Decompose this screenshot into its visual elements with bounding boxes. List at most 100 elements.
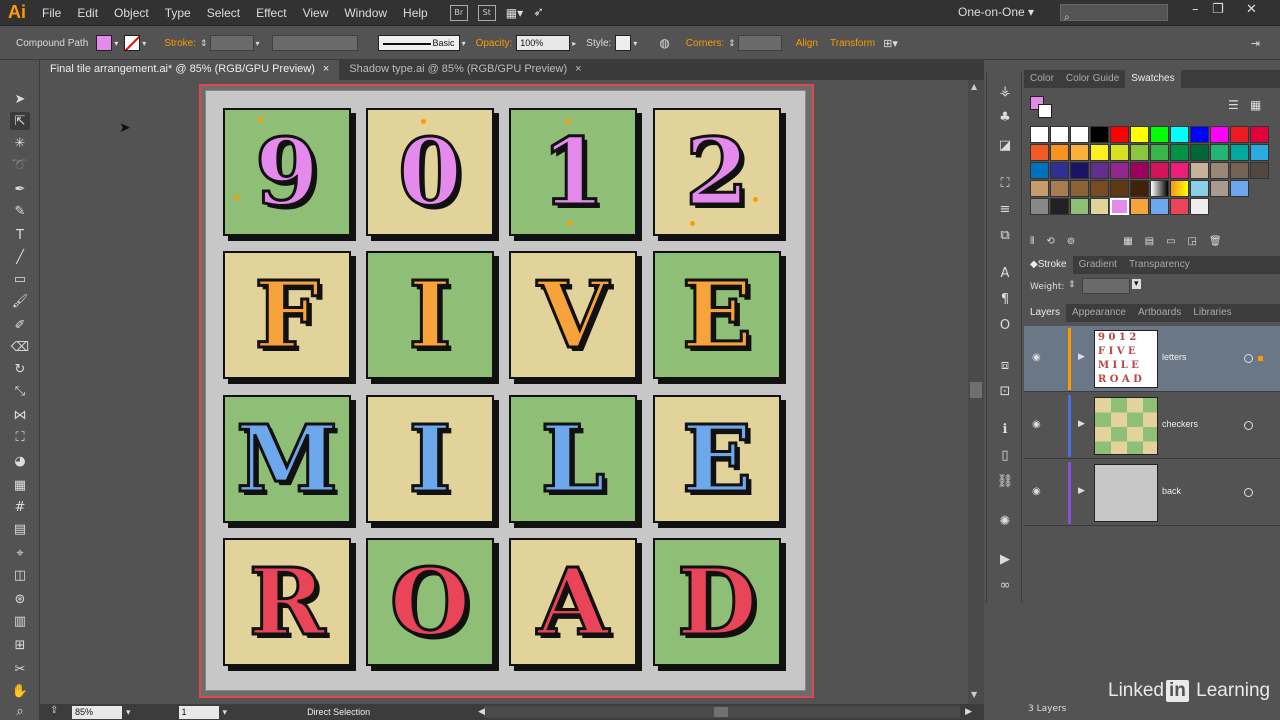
weight-dropdown-icon[interactable]: ▾ <box>1132 279 1141 289</box>
swatch[interactable] <box>1190 126 1209 143</box>
swatch[interactable] <box>1250 162 1269 179</box>
tile-letter[interactable]: 0 <box>396 125 463 220</box>
tile-letter[interactable]: E <box>680 412 753 507</box>
swatch[interactable] <box>1170 162 1189 179</box>
tile-4-3[interactable]: A <box>509 538 637 666</box>
target-circle-icon[interactable] <box>1244 488 1253 497</box>
recolor-icon[interactable]: ◍ <box>659 36 669 50</box>
tile-letter[interactable]: A <box>536 555 610 650</box>
appearance-icon[interactable]: ⧈ <box>995 356 1015 374</box>
tile-1-3[interactable]: 1 <box>509 108 637 236</box>
swatch[interactable] <box>1070 126 1089 143</box>
artboard-dropdown-icon[interactable]: ▾ <box>223 707 228 718</box>
swatch[interactable] <box>1170 144 1189 161</box>
type-tool-icon[interactable]: T <box>10 226 30 244</box>
pen-tool-icon[interactable]: ✒ <box>10 180 30 198</box>
tile-letter[interactable]: L <box>539 412 607 507</box>
artboard-tool-icon[interactable]: ⊞ <box>10 636 30 654</box>
swatch[interactable] <box>1150 126 1169 143</box>
expand-arrow-icon[interactable]: ▶ <box>1078 352 1085 362</box>
zoom-tool-icon[interactable]: ⌕ <box>10 702 30 720</box>
isolate-icon[interactable]: ⊞▾ <box>883 37 898 50</box>
scroll-left-icon[interactable]: ◀ <box>478 706 485 717</box>
swatch[interactable] <box>1230 162 1249 179</box>
anchor-point[interactable] <box>421 119 426 124</box>
menu-effect[interactable]: Effect <box>248 6 294 20</box>
style-dropdown-icon[interactable]: ▾ <box>633 39 637 48</box>
navigator-icon[interactable]: ✺ <box>995 512 1015 530</box>
anchor-point[interactable] <box>566 119 571 124</box>
tile-1-4[interactable]: 2 <box>653 108 781 236</box>
swatch[interactable] <box>1210 144 1229 161</box>
paragraph-icon[interactable]: ¶ <box>995 290 1015 308</box>
swatch[interactable] <box>1030 126 1049 143</box>
swatch[interactable] <box>1230 180 1249 197</box>
magic-wand-tool-icon[interactable]: ✳ <box>10 134 30 152</box>
anchor-point[interactable] <box>753 197 758 202</box>
tile-letter[interactable]: M <box>235 412 340 507</box>
eyedropper-tool-icon[interactable]: ⌖ <box>10 544 30 562</box>
swatch[interactable] <box>1050 198 1069 215</box>
target-circle-icon[interactable] <box>1244 354 1253 363</box>
stroke-weight-field[interactable] <box>209 35 254 51</box>
bridge-button[interactable]: Br <box>449 4 468 21</box>
artboard[interactable]: 9 0 1 2 F I V E M I L E R O A D <box>205 90 806 691</box>
menu-object[interactable]: Object <box>106 6 157 20</box>
slice-tool-icon[interactable]: ✂ <box>10 660 30 678</box>
delete-swatch-icon[interactable]: 🗑 <box>1209 236 1222 247</box>
transform-link[interactable]: Transform <box>830 38 875 49</box>
tab-color-guide[interactable]: Color Guide <box>1060 70 1125 88</box>
shape-builder-tool-icon[interactable]: ◕ <box>10 452 30 470</box>
swatch[interactable] <box>1110 126 1129 143</box>
swatch[interactable] <box>1090 198 1109 215</box>
tab-shadow-type[interactable]: Shadow type.ai @ 85% (RGB/GPU Preview) × <box>339 60 591 80</box>
swatch-options-icon[interactable]: ▦ <box>1123 236 1132 247</box>
expand-arrow-icon[interactable]: ▶ <box>1078 486 1085 496</box>
graphic-style-swatch[interactable] <box>615 35 632 51</box>
add-to-library-icon[interactable]: ⟲ <box>1046 236 1054 247</box>
layer-name[interactable]: letters <box>1162 352 1187 362</box>
anchor-point[interactable] <box>258 117 263 122</box>
tile-4-2[interactable]: O <box>366 538 494 666</box>
tab-stroke[interactable]: ◆Stroke <box>1024 256 1073 274</box>
tab-gradient[interactable]: Gradient <box>1073 256 1123 274</box>
swatch[interactable] <box>1150 180 1169 197</box>
scale-tool-icon[interactable]: ⤡ <box>10 382 30 400</box>
swatch-selected[interactable] <box>1110 198 1129 215</box>
layer-row-checkers[interactable]: ◉ ▶ checkers <box>1024 393 1280 459</box>
swatch[interactable] <box>1110 144 1129 161</box>
line-tool-icon[interactable]: ╱ <box>10 248 30 266</box>
paintbrush-tool-icon[interactable]: 🖌 <box>10 292 30 310</box>
tab-swatches[interactable]: Swatches <box>1125 70 1181 88</box>
swatch[interactable] <box>1190 180 1209 197</box>
tile-2-2[interactable]: I <box>366 251 494 379</box>
column-graph-tool-icon[interactable]: ▥ <box>10 612 30 630</box>
close-window-icon[interactable]: ✕ <box>1246 2 1257 17</box>
tile-letter[interactable]: I <box>407 268 453 363</box>
rotate-tool-icon[interactable]: ↻ <box>10 360 30 378</box>
list-view-icon[interactable]: ☰ <box>1228 98 1239 112</box>
minimize-icon[interactable]: – <box>1192 2 1199 17</box>
visibility-eye-icon[interactable]: ◉ <box>1032 419 1041 430</box>
layer-row-letters[interactable]: ◉ ▶ 9 0 1 2F I V EM I L ER O A D letters <box>1024 326 1280 392</box>
swatch[interactable] <box>1230 126 1249 143</box>
tile-2-3[interactable]: V <box>509 251 637 379</box>
tile-letter[interactable]: R <box>247 555 326 650</box>
stroke-weight-stepper[interactable]: ⇕ <box>200 38 208 49</box>
corners-label[interactable]: Corners: <box>686 38 724 49</box>
stroke-swatch[interactable] <box>124 35 141 51</box>
scroll-up-icon[interactable]: ▲ <box>971 82 977 91</box>
selection-tool-icon[interactable]: ➤ <box>10 90 30 108</box>
anchor-point[interactable] <box>567 221 572 226</box>
swatch[interactable] <box>1170 126 1189 143</box>
swatch[interactable] <box>1050 162 1069 179</box>
tab-artboards[interactable]: Artboards <box>1132 304 1187 322</box>
scroll-right-icon[interactable]: ▶ <box>965 706 972 717</box>
swatch[interactable] <box>1250 126 1269 143</box>
selection-indicator[interactable] <box>1258 356 1263 361</box>
swatch[interactable] <box>1250 144 1269 161</box>
tab-final-tile-arrangement[interactable]: Final tile arrangement.ai* @ 85% (RGB/GP… <box>40 60 340 80</box>
info-icon[interactable]: ℹ <box>995 420 1015 438</box>
fill-swatch[interactable] <box>96 35 113 51</box>
swatch[interactable] <box>1210 126 1229 143</box>
